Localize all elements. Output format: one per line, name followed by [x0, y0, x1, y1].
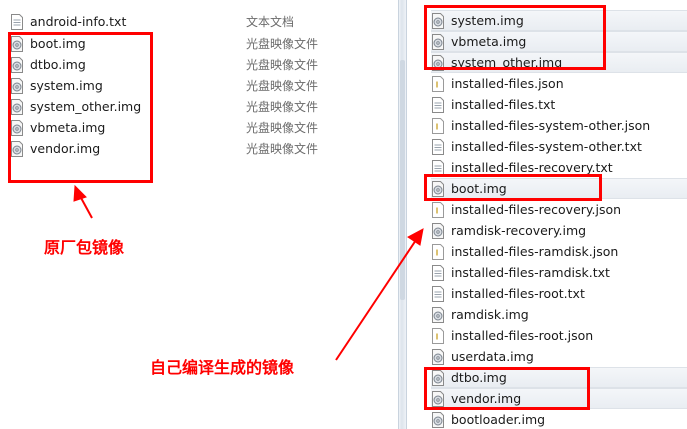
- arrow-to-built-images: [335, 228, 424, 361]
- arrow-to-original-box: [73, 184, 93, 219]
- self-built-images-label: 自己编译生成的镜像: [150, 358, 295, 377]
- annotation-arrows: [73, 184, 424, 361]
- original-package-label: 原厂包镜像: [44, 238, 125, 257]
